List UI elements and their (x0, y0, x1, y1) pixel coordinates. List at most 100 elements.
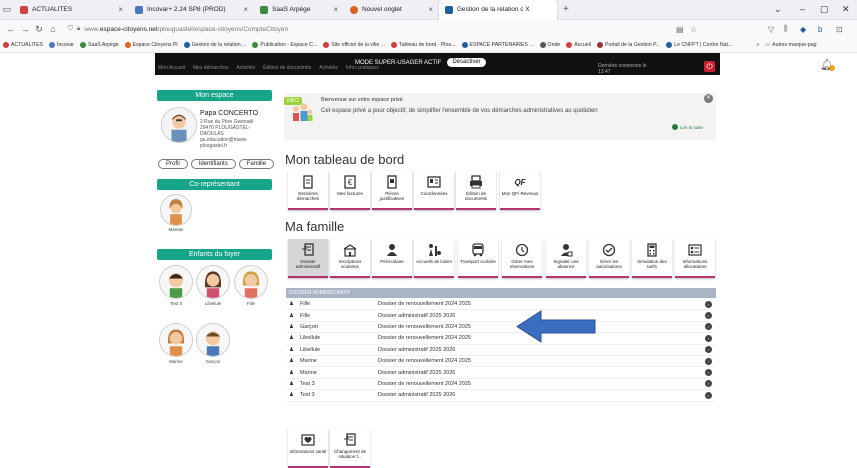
child-avatar[interactable] (159, 265, 193, 299)
reader-view-icon[interactable]: ▤ (676, 25, 684, 34)
home-icon[interactable]: ⌂ (46, 24, 60, 34)
tile-transport-scolaire[interactable]: Transport scolaire (458, 239, 498, 278)
back-icon[interactable]: ← (4, 24, 18, 34)
tile-edition-documents[interactable]: Édition de documents (456, 171, 496, 210)
table-row[interactable]: ♟ Fille Dossier de renouvellement 2024 202… (286, 299, 716, 311)
forward-icon[interactable]: → (18, 24, 32, 34)
address-bar[interactable]: ⛉ 🔒︎ www.espace-citoyens.net/plouguastel… (68, 25, 288, 33)
close-icon[interactable]: × (428, 5, 433, 14)
bookmark-item[interactable]: ESPACE PARTENAIRES ... (459, 42, 537, 48)
tab-incovar[interactable]: Incovar+ 2.24 SP8 (PROD) × (129, 0, 254, 20)
chevron-right-icon[interactable]: › (705, 323, 712, 331)
table-row[interactable]: ♟ Marine Dossier de renouvellement 2024 20… (286, 356, 716, 368)
logout-button[interactable]: ⏻ (704, 61, 715, 72)
tile-informations-sante[interactable]: Informations santé (288, 429, 328, 468)
tile-label: Inscriptions scolaires (338, 259, 362, 269)
tile-mes-factures[interactable]: € Mes factures (330, 171, 370, 210)
co-representant-header: Co-représentant (157, 179, 272, 190)
tile-gerer-reservations[interactable]: Gérer mes réservations (502, 239, 542, 278)
bookmark-item[interactable]: Espace Citoyens Pl (122, 42, 181, 48)
chevron-right-icon[interactable]: › (705, 391, 712, 399)
tab-gestion[interactable]: Gestion de la relation c X (439, 0, 557, 20)
chevron-right-icon[interactable]: › (705, 334, 712, 342)
tile-gerer-autorisations[interactable]: Gérer les autorisations (589, 239, 629, 278)
chevron-right-icon[interactable]: › (705, 346, 712, 354)
tile-periscolaire[interactable]: Périscolaire (372, 239, 412, 278)
nav-item[interactable]: Mon Accueil (158, 65, 185, 71)
new-tab-button[interactable]: + (563, 4, 569, 15)
bookmarks-more-button[interactable]: » (753, 42, 762, 48)
child-avatar[interactable] (196, 323, 230, 357)
table-row[interactable]: ♟ Libellule Dossier de renouvellement 2024… (286, 333, 716, 345)
child-avatar[interactable] (234, 265, 268, 299)
bookmark-item[interactable]: ACTUALITES (0, 42, 46, 48)
table-row[interactable]: ♟ Fille Dossier administratif 2025 2026 › (286, 310, 716, 322)
chevron-right-icon[interactable]: › (705, 357, 712, 365)
tab-overflow-icon[interactable]: ⌄ (774, 4, 782, 15)
tile-pieces-justificatives[interactable]: Pièces justificatives (372, 171, 412, 210)
tile-simulation-tarifs[interactable]: Simulation des tarifs (632, 239, 672, 278)
nav-item[interactable]: Activités (319, 65, 338, 71)
nav-item[interactable]: Édition de documents (263, 65, 311, 71)
avatar[interactable] (161, 107, 197, 143)
tab-saas[interactable]: SaaS Arpège × (254, 0, 344, 20)
chevron-right-icon[interactable]: › (705, 369, 712, 377)
famille-button[interactable]: Famille (238, 159, 275, 169)
tile-qf-revenus[interactable]: QF Mon QF/ Revenus (500, 171, 540, 210)
minimize-icon[interactable]: – (800, 4, 805, 14)
tile-signaler-absence[interactable]: Signaler une absence (546, 239, 586, 278)
child-avatar[interactable] (159, 323, 193, 357)
other-bookmarks[interactable]: ▭ Autres marque-pag (762, 42, 819, 48)
table-row[interactable]: ♟ Test 3 Dossier de renouvellement 2024 20… (286, 379, 716, 391)
table-row[interactable]: ♟ Marine Dossier administratif 2025 2026 › (286, 367, 716, 379)
deactivate-button[interactable]: Désactiver (447, 58, 486, 67)
chevron-right-icon[interactable]: › (705, 380, 712, 388)
bookmark-item[interactable]: Tableau de bord - Plou... (388, 42, 459, 48)
profil-button[interactable]: Profil (158, 159, 188, 169)
tab-list-icon[interactable]: ▭ (0, 4, 14, 15)
bookmark-item[interactable]: Accueil (563, 42, 594, 48)
table-row[interactable]: ♟ Libellule Dossier administratif 2025 202… (286, 345, 716, 356)
bookmark-item[interactable]: Site officiel de la ville ... (320, 42, 388, 48)
pocket-icon[interactable]: ▽ (768, 25, 774, 34)
nav-item[interactable]: Activités (237, 65, 256, 71)
child-avatar[interactable] (196, 265, 230, 299)
tab-actualites[interactable]: ACTUALITES × (14, 0, 129, 20)
tile-dernieres-demarches[interactable]: Dernières démarches (288, 171, 328, 210)
close-icon[interactable]: × (243, 5, 248, 14)
maximize-icon[interactable]: ▢ (820, 4, 829, 15)
extensions-menu-icon[interactable]: ⊡ (836, 25, 843, 34)
bookmark-item[interactable]: Portail de la Gestion P... (594, 42, 663, 48)
avatar[interactable] (160, 194, 192, 226)
reload-icon[interactable]: ↻ (32, 24, 46, 35)
bookmark-item[interactable]: SaaS Arpège (77, 42, 122, 48)
extension-icon[interactable]: ◆ (800, 25, 806, 34)
window-close-icon[interactable]: ✕ (842, 4, 850, 15)
tile-accueils-loisirs[interactable]: Accueils de loisirs (414, 239, 454, 278)
bookmark-item[interactable]: Onde (537, 42, 564, 48)
table-row[interactable]: ♟ Garçon Dossier de renouvellement 2024 20… (286, 322, 716, 334)
tile-informations-allocataires[interactable]: Informations allocataires (675, 239, 715, 278)
tile-changement-situation[interactable]: Changement de situation f... (330, 429, 370, 468)
tile-coordonnees[interactable]: Coordonnées (414, 171, 454, 210)
tile-inscriptions-scolaires[interactable]: Inscriptions scolaires (330, 239, 370, 278)
chevron-right-icon[interactable]: › (705, 300, 712, 308)
bookmark-item[interactable]: Publication - Espace C... (249, 42, 320, 48)
read-more-link[interactable]: Lire la suite (672, 124, 703, 130)
chevron-right-icon[interactable]: › (705, 312, 712, 320)
tile-label: Signaler une absence (553, 259, 579, 269)
close-icon[interactable]: × (118, 5, 123, 14)
close-icon[interactable]: × (333, 5, 338, 14)
bookmark-item[interactable]: Le CNFPT | Centre Nat... (663, 42, 735, 48)
close-icon[interactable]: ✕ (704, 94, 713, 103)
bookmark-item[interactable]: Gestion de la relation ... (181, 42, 250, 48)
nav-item[interactable]: Mes démarches (193, 65, 229, 71)
identifiants-button[interactable]: Identifiants (190, 159, 236, 169)
bookmark-item[interactable]: Incovar (46, 42, 77, 48)
tab-new[interactable]: Nouvel onglet × (344, 0, 439, 20)
bookmark-star-icon[interactable]: ☆ (690, 25, 697, 34)
library-icon[interactable]: ⫼ (784, 24, 788, 34)
table-row[interactable]: ♟ Test 3 Dossier administratif 2025 2026 › (286, 390, 716, 402)
account-icon[interactable]: b (818, 25, 822, 34)
tile-dossier-administratif[interactable]: Dossier administratif (288, 239, 328, 278)
